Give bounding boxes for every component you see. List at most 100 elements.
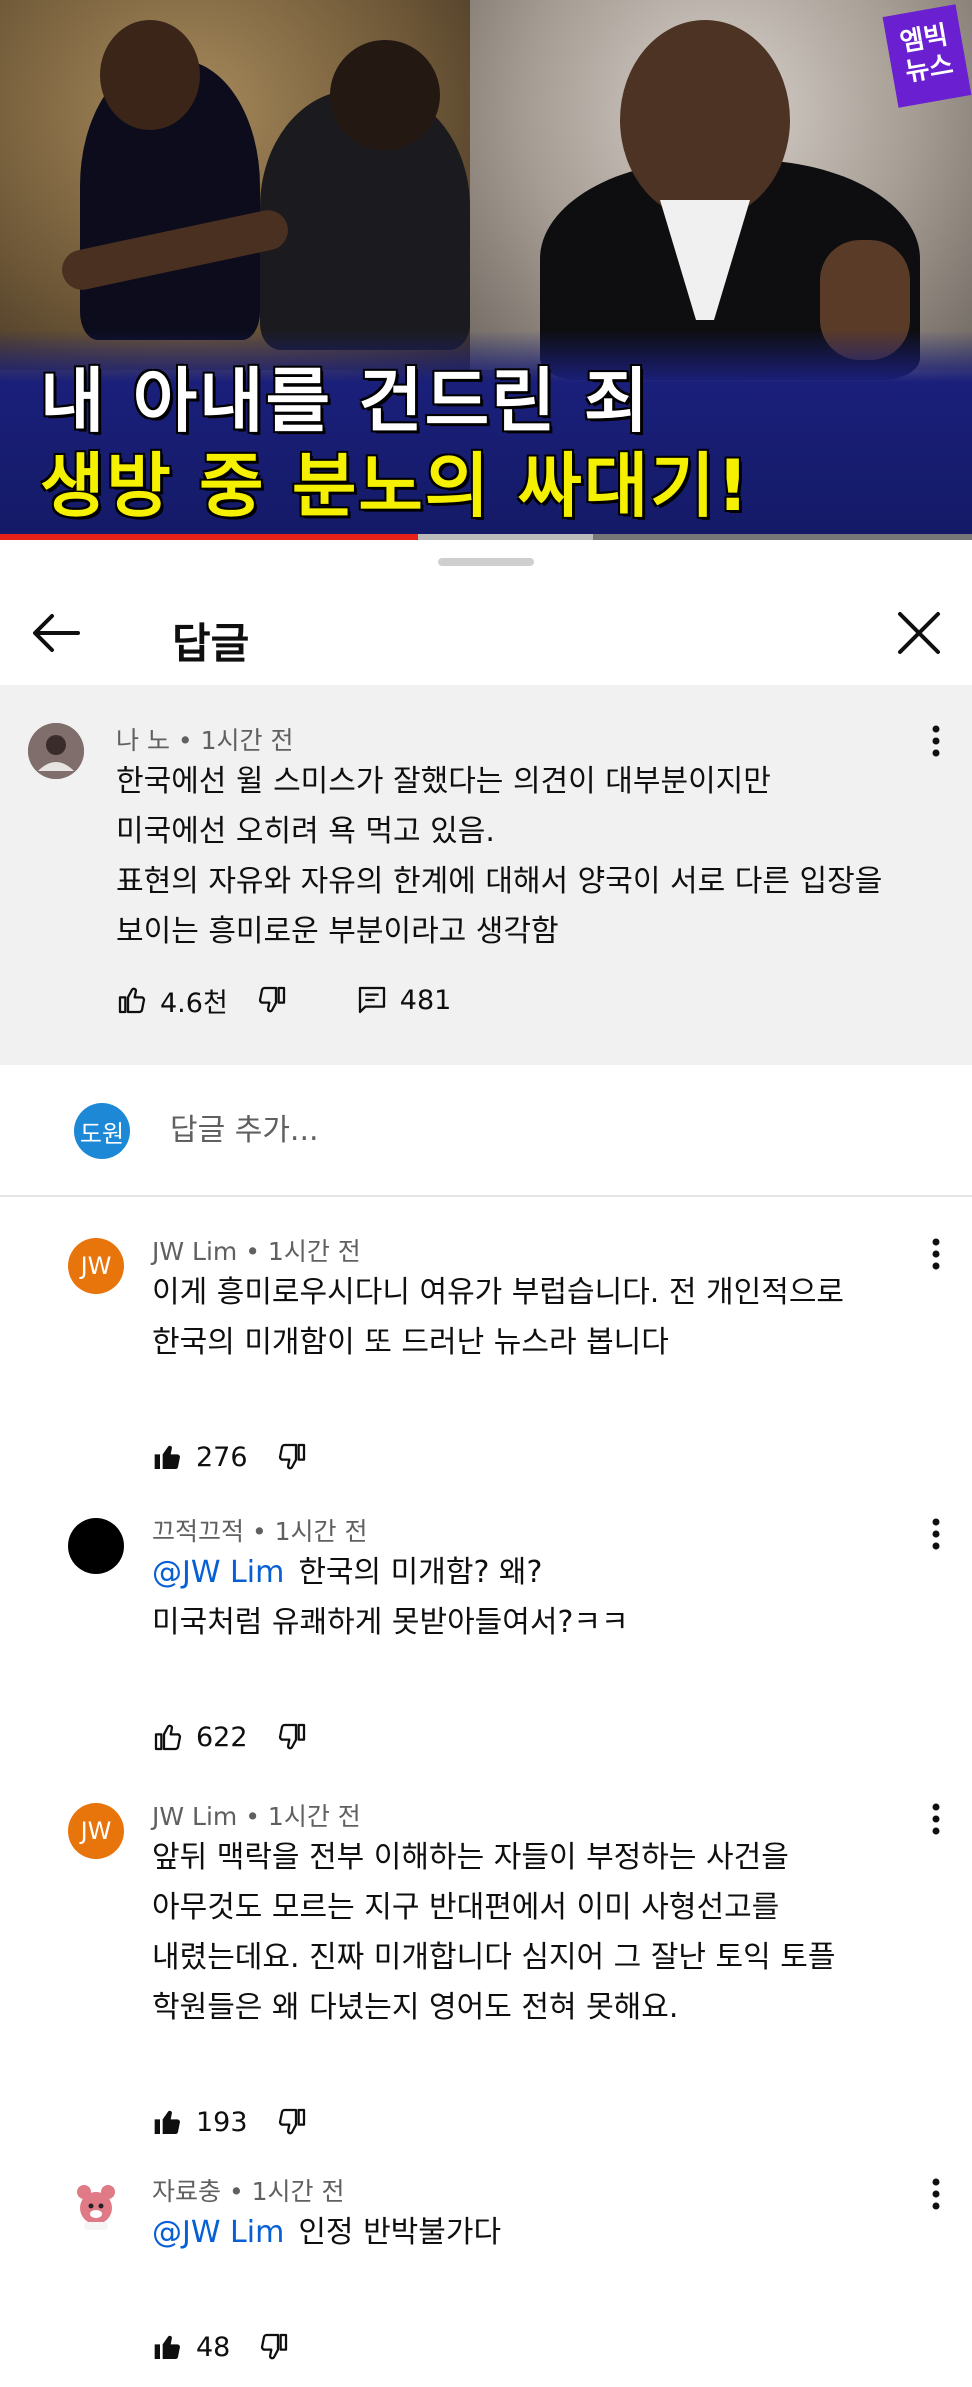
more-options-button[interactable] bbox=[924, 1795, 948, 1843]
like-button[interactable]: 276 bbox=[152, 1441, 248, 1473]
thumb-down-outline-icon bbox=[278, 1723, 305, 1750]
avatar[interactable]: JW bbox=[68, 1238, 124, 1294]
comment-line: 내렸는데요. 진짜 미개합니다 심지어 그 잘난 토익 토플 bbox=[152, 1933, 836, 1983]
person-silhouette-icon bbox=[28, 723, 84, 779]
video-title-line2: 생방 중 분노의 싸대기! bbox=[40, 445, 751, 527]
comment-line: 한국에선 윌 스미스가 잘했다는 의견이 대부분이지만 bbox=[116, 764, 771, 799]
more-vert-icon bbox=[932, 1803, 940, 1835]
comment-time: 1시간 전 bbox=[267, 1802, 361, 1831]
back-button[interactable] bbox=[22, 598, 92, 668]
more-options-button[interactable] bbox=[924, 717, 948, 765]
comment-author[interactable]: JW Lim bbox=[152, 1237, 237, 1266]
comment-actions: 48 bbox=[152, 2322, 290, 2372]
comment-line: 학원들은 왜 다녔는지 영어도 전혀 못해요. bbox=[152, 1983, 836, 2033]
comment-line-text: 내렸는데요. 진짜 미개합니다 심지어 그 잘난 토익 토플 bbox=[152, 1940, 836, 1975]
dislike-button[interactable] bbox=[276, 1721, 308, 1753]
comment-actions: 622 bbox=[152, 1712, 308, 1762]
reply-comment: 자료충 • 1시간 전 @JW Lim 인정 반박불가다 48 bbox=[0, 2170, 972, 2363]
comment-line: 미국에선 오히려 욕 먹고 있음. bbox=[116, 814, 495, 849]
comment-actions: 4.6천 481 bbox=[116, 975, 451, 1025]
avatar-initials: JW bbox=[80, 1817, 112, 1845]
dislike-button[interactable] bbox=[276, 1441, 308, 1473]
comment-line-text: 한국의 미개함? 왜? bbox=[298, 1555, 543, 1590]
comment-time: 1시간 전 bbox=[251, 2177, 345, 2206]
thumb-up-filled-icon bbox=[154, 2335, 180, 2360]
comment-line: 앞뒤 맥락을 전부 이해하는 자들이 부정하는 사건을 bbox=[152, 1833, 836, 1883]
sheet-header: 답글 bbox=[0, 580, 972, 685]
channel-logo: 엠빅 뉴스 bbox=[882, 4, 972, 108]
comment-time: 1시간 전 bbox=[274, 1517, 368, 1546]
comment-text: @JW Lim 인정 반박불가다 bbox=[152, 2208, 501, 2258]
more-options-button[interactable] bbox=[924, 1510, 948, 1558]
comment-meta: 끄적끄적 • 1시간 전 bbox=[152, 1517, 368, 1546]
comment-line-text: 미국처럼 유쾌하게 못받아들여서?ㅋㅋ bbox=[152, 1605, 629, 1640]
dislike-button[interactable] bbox=[276, 2106, 308, 2138]
dislike-button[interactable] bbox=[256, 984, 288, 1016]
like-button[interactable]: 193 bbox=[152, 2106, 248, 2138]
mention-link[interactable]: @JW Lim bbox=[152, 2215, 284, 2250]
comment-line: 표현의 자유와 자유의 한계에 대해서 양국이 서로 다른 입장을 bbox=[116, 864, 883, 899]
arrow-left-icon bbox=[33, 614, 80, 652]
reply-input[interactable]: 답글 추가... bbox=[170, 1105, 319, 1149]
more-vert-icon bbox=[932, 2178, 940, 2210]
comment-text: 이게 흥미로우시다니 여유가 부럽습니다. 전 개인적으로한국의 미개함이 또 … bbox=[152, 1268, 844, 1368]
like-button[interactable]: 4.6천 bbox=[116, 981, 228, 1020]
comment-author[interactable]: 끄적끄적 bbox=[152, 1517, 244, 1546]
avatar[interactable] bbox=[68, 2178, 124, 2234]
reply-count: 481 bbox=[399, 984, 452, 1016]
comment-text: 앞뒤 맥락을 전부 이해하는 자들이 부정하는 사건을아무것도 모르는 지구 반… bbox=[152, 1833, 836, 2033]
comment-author[interactable]: 자료충 bbox=[152, 2177, 221, 2206]
comment-line: 미국처럼 유쾌하게 못받아들여서?ㅋㅋ bbox=[152, 1598, 629, 1648]
like-button[interactable]: 622 bbox=[152, 1721, 248, 1753]
close-button[interactable] bbox=[884, 598, 954, 668]
avatar[interactable]: JW bbox=[68, 1803, 124, 1859]
like-count: 48 bbox=[196, 2331, 231, 2363]
comment-text: @JW Lim 한국의 미개함? 왜? 미국처럼 유쾌하게 못받아들여서?ㅋㅋ bbox=[152, 1548, 629, 1648]
comment-line: @JW Lim 한국의 미개함? 왜? bbox=[152, 1548, 629, 1598]
like-button[interactable]: 48 bbox=[152, 2331, 230, 2363]
comment-actions: 276 bbox=[152, 1432, 308, 1482]
thumb-down-outline-icon bbox=[261, 2333, 288, 2360]
comment-author[interactable]: 나 노 bbox=[116, 726, 170, 755]
comment-line-text: 이게 흥미로우시다니 여유가 부럽습니다. 전 개인적으로 bbox=[152, 1275, 845, 1310]
person-mid-head bbox=[330, 40, 440, 150]
like-count: 276 bbox=[196, 1441, 248, 1473]
comment-actions: 193 bbox=[152, 2097, 308, 2147]
cartoon-character-icon bbox=[77, 2185, 115, 2230]
comment-text: 한국에선 윌 스미스가 잘했다는 의견이 대부분이지만 미국에선 오히려 욕 먹… bbox=[116, 757, 882, 957]
comment-meta: 자료충 • 1시간 전 bbox=[152, 2177, 345, 2206]
comment-line-text: 앞뒤 맥락을 전부 이해하는 자들이 부정하는 사건을 bbox=[152, 1840, 789, 1875]
thumb-up-filled-icon bbox=[154, 2110, 180, 2135]
replies-sheet: 답글 나 노 • 1시간 전 한국에선 윌 스미스가 잘했다는 의견이 대부분이… bbox=[0, 540, 972, 2387]
comment-line: @JW Lim 인정 반박불가다 bbox=[152, 2208, 501, 2258]
video-player[interactable]: 내 아내를 건드린 죄 생방 중 분노의 싸대기! 엠빅 뉴스 bbox=[0, 0, 972, 540]
more-options-button[interactable] bbox=[924, 1230, 948, 1278]
comment-line: 이게 흥미로우시다니 여유가 부럽습니다. 전 개인적으로 bbox=[152, 1268, 844, 1318]
comment-author[interactable]: JW Lim bbox=[152, 1802, 237, 1831]
more-options-button[interactable] bbox=[924, 2170, 948, 2218]
drag-handle[interactable] bbox=[438, 558, 534, 566]
reply-comment: JW JW Lim • 1시간 전 앞뒤 맥락을 전부 이해하는 자들이 부정하… bbox=[0, 1795, 972, 2138]
replies-count-button[interactable]: 481 bbox=[356, 984, 452, 1016]
more-vert-icon bbox=[932, 1518, 940, 1550]
comment-line: 한국의 미개함이 또 드러난 뉴스라 봅니다 bbox=[152, 1318, 844, 1368]
like-count: 4.6천 bbox=[160, 987, 228, 1019]
more-vert-icon bbox=[932, 1238, 940, 1270]
close-icon bbox=[898, 612, 940, 654]
comment-time: 1시간 전 bbox=[200, 726, 294, 755]
thumb-down-outline-icon bbox=[278, 2108, 305, 2135]
more-vert-icon bbox=[932, 725, 940, 757]
thumb-down-outline-icon bbox=[278, 1443, 305, 1470]
avatar[interactable] bbox=[28, 723, 84, 779]
like-count: 622 bbox=[196, 1721, 248, 1753]
comment-line-text: 학원들은 왜 다녔는지 영어도 전혀 못해요. bbox=[152, 1990, 679, 2025]
dislike-button[interactable] bbox=[258, 2331, 290, 2363]
comment-line-text: 인정 반박불가다 bbox=[298, 2215, 502, 2250]
sheet-title: 답글 bbox=[172, 619, 250, 668]
avatar[interactable] bbox=[68, 1518, 124, 1574]
comment-line: 아무것도 모르는 지구 반대편에서 이미 사형선고를 bbox=[152, 1883, 836, 1933]
channel-logo-text: 엠빅 뉴스 bbox=[897, 20, 956, 88]
comment-meta: JW Lim • 1시간 전 bbox=[152, 1237, 361, 1266]
mention-link[interactable]: @JW Lim bbox=[152, 1555, 284, 1590]
comment-line-text: 한국의 미개함이 또 드러난 뉴스라 봅니다 bbox=[152, 1325, 669, 1360]
